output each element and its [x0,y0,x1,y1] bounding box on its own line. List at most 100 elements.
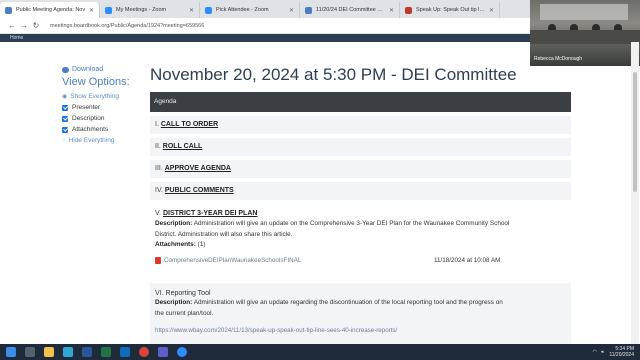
item-title-link[interactable]: CALL TO ORDER [161,121,218,128]
wifi-icon[interactable]: ◠ [592,349,596,355]
agenda-header: Agenda [150,92,571,112]
outlook-icon[interactable] [120,347,130,357]
windows-taskbar: ◠ ◂ 5:34 PM 11/20/2024 [0,344,640,360]
attachments-count: (1) [197,241,206,248]
zoom-favicon-icon [105,6,112,14]
close-tab-icon[interactable]: ✕ [389,7,394,14]
item-number: III. [155,165,163,172]
reload-icon[interactable]: ↻ [30,21,42,30]
item-number: II. [155,143,161,150]
download-link[interactable]: Download [62,66,152,73]
item-description: Description: Administration will give an… [155,298,571,319]
attachment-file: ComprehensiveDEIPlanWaunakeeSchoolsFINAL… [155,256,571,264]
news-favicon-icon [405,6,412,14]
description-heading: Description: [155,299,193,306]
item-title: Reporting Tool [165,290,211,297]
video-overlay: Rebecca McDonough [530,0,640,66]
attachments-row: Attachments: (1) [155,240,571,251]
description-option[interactable]: Description [62,113,152,124]
browser-tab-agenda[interactable]: Public Meeting Agenda: Nov ✕ [0,2,100,18]
presenter-option[interactable]: Presenter [62,102,152,113]
zoom-icon[interactable] [177,347,187,357]
description-label: Description [72,115,105,122]
close-tab-icon[interactable]: ✕ [189,7,194,14]
pdf-icon [155,256,161,264]
item-number: I. [155,121,159,128]
tab-label: 11/20/24 DEI Committee Meeti [316,7,386,13]
item-description: Description: Administration will give an… [155,219,571,240]
tab-label: My Meetings - Zoom [116,7,167,13]
page-scrollbar[interactable] [631,42,639,344]
excel-icon[interactable] [101,347,111,357]
attachment-link[interactable]: ComprehensiveDEIPlanWaunakeeSchoolsFINAL [164,257,434,264]
video-speaker-name: Rebecca McDonough [534,56,583,62]
item-number: VI. [155,290,164,297]
chrome-icon[interactable] [139,347,149,357]
volume-icon[interactable]: ◂ [601,349,604,355]
description-text: Administration will give an update regar… [193,299,503,306]
show-everything-link[interactable]: ◉ Show Everything [62,91,152,102]
view-options-title: View Options: [62,76,130,88]
description-text: District. Administration will also share… [155,230,293,238]
presenter-label: Presenter [72,104,101,111]
article-link[interactable]: https://www.wbay.com/2024/11/13/speak-up… [155,327,571,334]
browser-tab-pick-attendee[interactable]: Pick Attendee - Zoom ✕ [200,2,300,18]
tab-label: Public Meeting Agenda: Nov [16,7,86,13]
file-explorer-icon[interactable] [44,347,54,357]
download-label: Download [72,66,104,73]
description-text: the current plan/tool. [155,309,214,317]
site-favicon-icon [5,6,12,14]
close-tab-icon[interactable]: ✕ [89,7,94,14]
browser-tab-my-meetings[interactable]: My Meetings - Zoom ✕ [100,2,200,18]
url-field[interactable]: meetings.boardbook.org/Public/Agenda/192… [50,23,530,29]
attachments-checkbox[interactable] [62,126,68,133]
meeting-title: November 20, 2024 at 5:30 PM - DEI Commi… [150,65,517,84]
close-tab-icon[interactable]: ✕ [289,7,294,14]
teams-icon[interactable] [158,347,168,357]
clock-date: 11/20/2024 [609,352,634,358]
scrollbar-thumb[interactable] [633,72,637,192]
attachments-heading: Attachments: [155,241,196,248]
agenda-item: IV. PUBLIC COMMENTS [150,182,571,200]
edge-icon[interactable] [63,347,73,357]
site-favicon-icon [305,6,312,14]
attachments-option[interactable]: Attachments [62,124,152,135]
item-title-link[interactable]: PUBLIC COMMENTS [165,187,234,194]
agenda-item: V. DISTRICT 3-YEAR DEI PLAN Description:… [150,208,571,264]
browser-tab-dei-meeting[interactable]: 11/20/24 DEI Committee Meeti ✕ [300,2,400,18]
presenter-checkbox[interactable] [62,104,68,111]
item-title-link[interactable]: DISTRICT 3-YEAR DEI PLAN [163,210,258,217]
forward-icon[interactable]: → [18,21,30,30]
browser-tab-speak-up[interactable]: Speak Up: Speak Out tip line ✕ [400,2,500,18]
home-link[interactable]: Home [10,35,23,41]
search-icon[interactable] [25,347,35,357]
agenda-item: II. ROLL CALL [150,138,571,156]
item-title-link[interactable]: ROLL CALL [163,143,203,150]
cloud-download-icon [62,66,69,73]
back-icon[interactable]: ← [6,21,18,30]
tab-label: Pick Attendee - Zoom [216,7,269,13]
eye-slash-icon: ◌ [62,137,66,144]
word-icon[interactable] [82,347,92,357]
description-text: Administration will give an update on th… [193,220,510,227]
taskbar-clock[interactable]: 5:34 PM 11/20/2024 [609,346,634,358]
tab-label: Speak Up: Speak Out tip line [416,7,486,13]
attachments-label: Attachments [72,126,109,133]
eye-icon: ◉ [62,94,68,100]
close-tab-icon[interactable]: ✕ [489,7,494,14]
hide-everything-link[interactable]: ◌ Hide Everything [62,135,152,146]
browser-tab-bar: Public Meeting Agenda: Nov ✕ My Meetings… [0,0,530,18]
view-options-panel: Download View Options: ◉ Show Everything… [62,66,152,146]
attachment-date: 11/18/2024 at 10:08 AM [434,256,501,264]
agenda-item: III. APPROVE AGENDA [150,160,571,178]
item-number: IV. [155,187,163,194]
agenda-item: I. CALL TO ORDER [150,116,571,134]
address-bar: ← → ↻ meetings.boardbook.org/Public/Agen… [0,18,530,34]
description-heading: Description: [155,220,193,227]
zoom-favicon-icon [205,6,212,14]
video-room-window [540,4,628,20]
item-title-link[interactable]: APPROVE AGENDA [165,165,231,172]
item-number: V. [155,210,161,217]
description-checkbox[interactable] [62,115,68,122]
start-icon[interactable] [6,347,16,357]
